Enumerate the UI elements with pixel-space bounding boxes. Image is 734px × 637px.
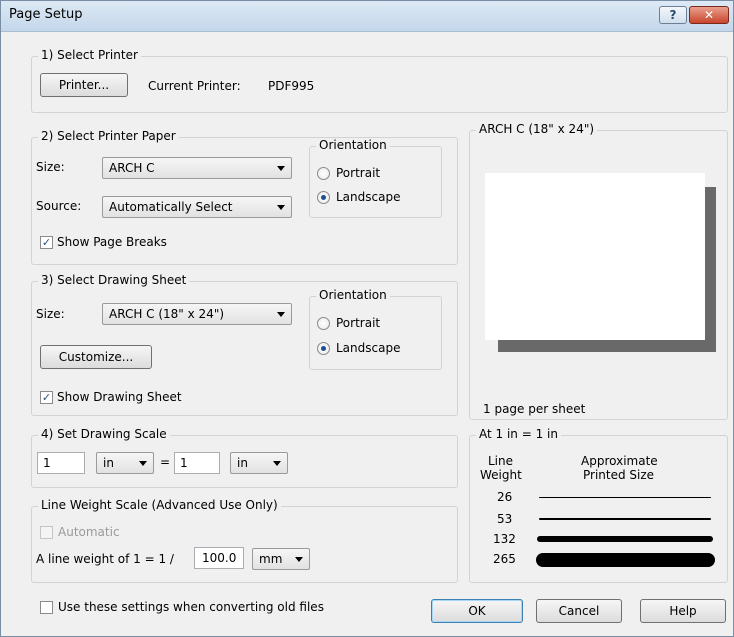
scale-left-unit-value: in — [103, 456, 114, 470]
drawing-scale-group: 4) Set Drawing Scale 1 in = 1 in — [31, 427, 458, 488]
pages-per-sheet-text: 1 page per sheet — [483, 402, 586, 416]
line-sample — [537, 536, 713, 542]
line-weight-input[interactable]: 100.0 — [194, 547, 244, 569]
paper-landscape-radio[interactable] — [317, 191, 330, 204]
printer-button[interactable]: Printer... — [40, 73, 128, 97]
line-weight-value: 132 — [493, 532, 516, 546]
convert-old-files-checkbox[interactable] — [40, 601, 53, 614]
select-printer-legend: 1) Select Printer — [38, 48, 141, 62]
sheet-portrait-radio[interactable] — [317, 317, 330, 330]
line-sample — [539, 518, 711, 520]
drawing-scale-legend: 4) Set Drawing Scale — [38, 427, 170, 441]
dropdown-arrow-icon — [277, 166, 285, 171]
col-line-weight-header-1: Line — [488, 454, 514, 468]
paper-portrait-label[interactable]: Portrait — [336, 166, 380, 180]
sheet-preview-legend: ARCH C (18" x 24") — [476, 122, 598, 136]
checkmark-icon: ✓ — [41, 391, 52, 404]
dialog-title: Page Setup — [9, 7, 83, 22]
sheet-orientation-legend: Orientation — [316, 288, 390, 302]
paper-orientation-group: Orientation Portrait Landscape — [309, 138, 442, 218]
paper-portrait-radio[interactable] — [317, 167, 330, 180]
automatic-checkbox[interactable] — [40, 526, 53, 539]
sheet-orientation-group: Orientation Portrait Landscape — [309, 288, 442, 370]
cancel-button[interactable]: Cancel — [536, 599, 622, 623]
drawing-sheet-group: 3) Select Drawing Sheet Size: ARCH C (18… — [31, 273, 458, 416]
dropdown-arrow-icon — [139, 461, 147, 466]
sheet-preview-group: ARCH C (18" x 24") 1 page per sheet — [469, 122, 728, 420]
dropdown-arrow-icon — [295, 557, 303, 562]
paper-landscape-label[interactable]: Landscape — [336, 190, 400, 204]
col-printed-size-header-2: Printed Size — [583, 468, 655, 482]
line-weight-table-legend: At 1 in = 1 in — [476, 427, 561, 441]
sheet-portrait-label[interactable]: Portrait — [336, 316, 380, 330]
printer-paper-legend: 2) Select Printer Paper — [38, 129, 179, 143]
sheet-landscape-radio[interactable] — [317, 342, 330, 355]
page-setup-dialog: Page Setup ? ✕ 1) Select Printer Printer… — [0, 0, 734, 637]
paper-size-value: ARCH C — [109, 161, 155, 175]
ok-button[interactable]: OK — [431, 599, 523, 623]
line-weight-scale-group: Line Weight Scale (Advanced Use Only) Au… — [31, 498, 458, 583]
scale-equals-sign: = — [160, 455, 171, 469]
paper-source-select[interactable]: Automatically Select — [102, 196, 292, 218]
line-sample — [536, 553, 715, 567]
help-icon[interactable]: ? — [659, 6, 687, 24]
dropdown-arrow-icon — [277, 312, 285, 317]
show-drawing-sheet-checkbox[interactable]: ✓ — [40, 391, 53, 404]
show-page-breaks-checkbox[interactable]: ✓ — [40, 236, 53, 249]
line-sample — [539, 497, 711, 498]
sheet-size-label: Size: — [36, 307, 65, 321]
scale-right-input[interactable]: 1 — [174, 452, 220, 474]
title-bar: Page Setup ? ✕ — [1, 1, 733, 32]
checkmark-icon: ✓ — [41, 236, 52, 249]
sheet-size-select[interactable]: ARCH C (18" x 24") — [102, 303, 292, 325]
select-printer-group: 1) Select Printer Printer... Current Pri… — [31, 48, 728, 113]
scale-left-unit-select[interactable]: in — [96, 452, 154, 474]
dropdown-arrow-icon — [277, 205, 285, 210]
line-weight-label: A line weight of 1 = 1 / — [36, 552, 174, 566]
current-printer-value: PDF995 — [268, 79, 315, 93]
customize-button[interactable]: Customize... — [40, 345, 152, 369]
show-drawing-sheet-label[interactable]: Show Drawing Sheet — [57, 390, 182, 404]
paper-source-label: Source: — [36, 199, 82, 213]
line-weight-value: 53 — [497, 512, 513, 526]
help-button[interactable]: Help — [640, 599, 726, 623]
line-weight-unit-select[interactable]: mm — [252, 548, 310, 570]
scale-right-unit-select[interactable]: in — [230, 452, 288, 474]
paper-size-select[interactable]: ARCH C — [102, 157, 292, 179]
paper-source-value: Automatically Select — [109, 200, 233, 214]
scale-left-input[interactable]: 1 — [37, 452, 85, 474]
sheet-size-value: ARCH C (18" x 24") — [109, 307, 225, 321]
automatic-label[interactable]: Automatic — [58, 525, 120, 539]
current-printer-label: Current Printer: — [148, 79, 241, 93]
drawing-sheet-legend: 3) Select Drawing Sheet — [38, 273, 190, 287]
paper-orientation-legend: Orientation — [316, 138, 390, 152]
printer-paper-group: 2) Select Printer Paper Size: ARCH C Sou… — [31, 129, 458, 265]
scale-right-unit-value: in — [237, 456, 248, 470]
close-icon[interactable]: ✕ — [689, 6, 729, 24]
preview-sheet — [485, 173, 705, 340]
col-line-weight-header-2: Weight — [480, 468, 522, 482]
line-weight-scale-legend: Line Weight Scale (Advanced Use Only) — [38, 498, 281, 512]
line-weight-unit-value: mm — [259, 552, 283, 566]
paper-size-label: Size: — [36, 160, 65, 174]
line-weight-table-group: At 1 in = 1 in Line Weight Approximate P… — [469, 427, 728, 583]
line-weight-value: 26 — [497, 490, 513, 504]
sheet-landscape-label[interactable]: Landscape — [336, 341, 400, 355]
line-weight-value: 265 — [493, 552, 516, 566]
dropdown-arrow-icon — [273, 461, 281, 466]
col-printed-size-header-1: Approximate — [581, 454, 658, 468]
convert-old-files-label[interactable]: Use these settings when converting old f… — [58, 600, 324, 614]
show-page-breaks-label[interactable]: Show Page Breaks — [57, 235, 167, 249]
